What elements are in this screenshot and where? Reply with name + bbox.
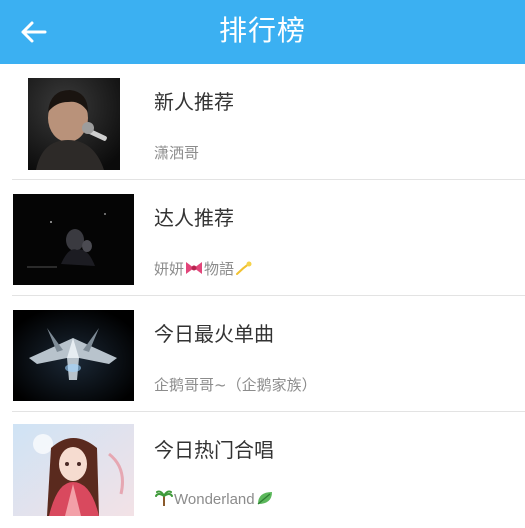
leaf-icon — [257, 492, 272, 505]
ranking-item-top-single[interactable]: 今日最火单曲 企鹅哥哥~（企鹅家族） — [0, 296, 525, 412]
bow-icon — [186, 262, 203, 274]
ranking-user: Wonderland — [154, 490, 275, 508]
app-header: 排行榜 — [0, 0, 525, 64]
singer-photo — [13, 194, 134, 285]
comet-icon — [236, 261, 252, 275]
ranking-title: 今日最火单曲 — [154, 322, 274, 346]
ranking-item-talent[interactable]: 达人推荐 妍妍 物語 — [0, 180, 525, 296]
album-cover — [13, 424, 134, 516]
user-name-prefix: 妍妍 — [154, 260, 185, 278]
ranking-user: 妍妍 物語 — [154, 258, 254, 279]
ranking-user: 潇洒哥 — [154, 144, 200, 162]
user-name-suffix: 物語 — [204, 260, 235, 278]
ranking-user: 企鹅哥哥~（企鹅家族） — [154, 376, 317, 394]
ranking-list: 新人推荐 潇洒哥 达人推荐 妍妍 物語 今日最火单曲 企鹅哥哥~（企鹅家族） 今… — [0, 64, 525, 528]
user-name: Wonderland — [174, 491, 255, 508]
ranking-item-hot-duet[interactable]: 今日热门合唱 Wonderland — [0, 412, 525, 528]
album-cover — [13, 310, 134, 401]
ranking-title: 新人推荐 — [154, 90, 234, 114]
ranking-item-new-singers[interactable]: 新人推荐 潇洒哥 — [0, 64, 525, 180]
singer-photo — [28, 78, 120, 170]
page-title: 排行榜 — [218, 14, 306, 47]
palm-tree-icon — [155, 490, 173, 506]
ranking-title: 达人推荐 — [154, 206, 234, 230]
ranking-title: 今日热门合唱 — [154, 438, 274, 462]
